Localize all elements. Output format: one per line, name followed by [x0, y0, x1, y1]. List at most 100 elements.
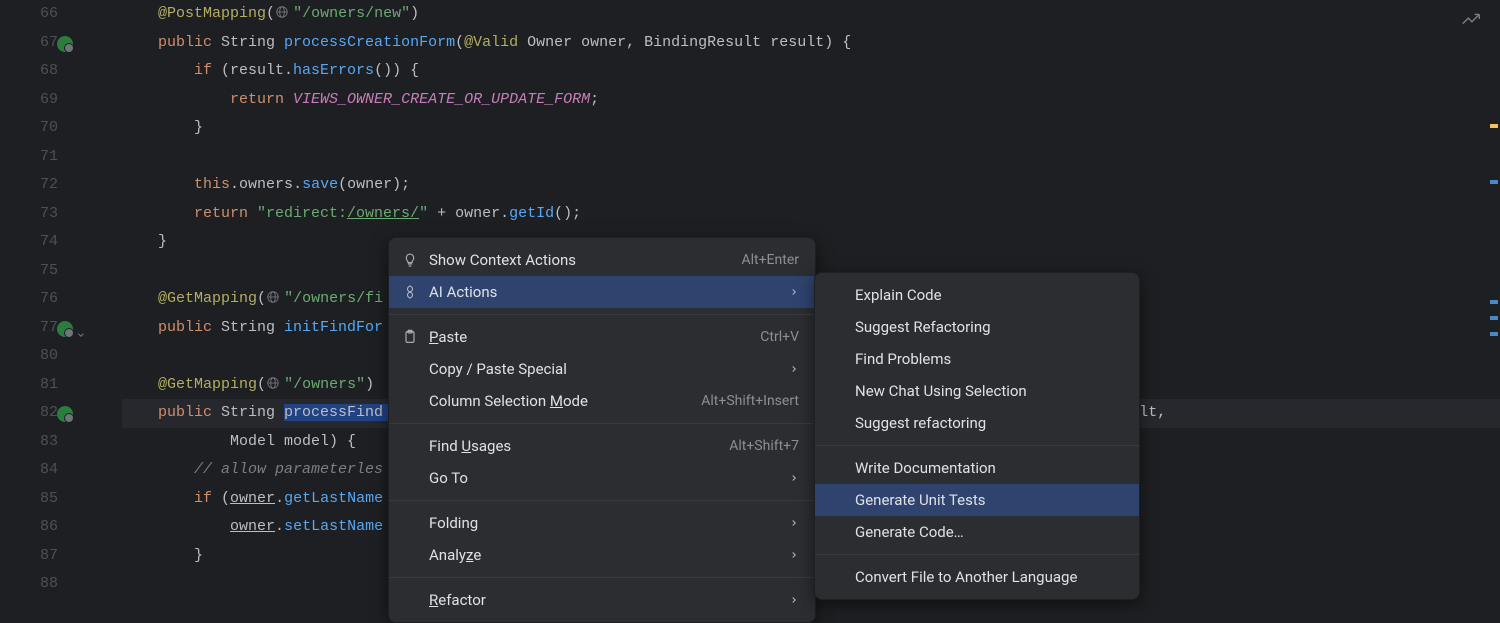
context-menu-item-paste[interactable]: PasteCtrl+V	[389, 321, 815, 353]
chevron-right-icon	[789, 514, 799, 532]
chevron-right-icon	[789, 591, 799, 609]
menu-label: Suggest refactoring	[855, 414, 1123, 432]
ai-submenu-item-convert-file-to-another-language[interactable]: Convert File to Another Language	[815, 561, 1139, 593]
menu-icon-empty	[401, 437, 419, 455]
menu-icon-empty	[827, 568, 845, 586]
menu-label: Folding	[429, 514, 779, 532]
menu-separator	[389, 423, 815, 424]
line-number: 66	[0, 0, 58, 29]
menu-label: Show Context Actions	[429, 251, 732, 269]
ai-submenu-item-suggest-refactoring[interactable]: Suggest refactoring	[815, 407, 1139, 439]
paste-icon	[401, 328, 419, 346]
menu-separator	[389, 577, 815, 578]
line-number: 83	[0, 428, 58, 457]
line-number: 76	[0, 285, 58, 314]
code-line[interactable]: @PostMapping("/owners/new")	[122, 0, 1500, 29]
menu-separator	[815, 445, 1139, 446]
line-number: 81	[0, 371, 58, 400]
line-number-gutter: 6667686970717273747576778081828384858687…	[0, 0, 76, 600]
menu-label: Analyze	[429, 546, 779, 564]
menu-label: Copy / Paste Special	[429, 360, 779, 378]
ai-submenu-item-find-problems[interactable]: Find Problems	[815, 343, 1139, 375]
menu-label: Generate Unit Tests	[855, 491, 1123, 509]
ai-icon	[401, 283, 419, 301]
menu-icon-empty	[827, 523, 845, 541]
line-number: 73	[0, 200, 58, 229]
line-number: 70	[0, 114, 58, 143]
menu-label: AI Actions	[429, 283, 779, 301]
run-gutter-icon[interactable]	[56, 35, 74, 53]
line-number: 85	[0, 485, 58, 514]
menu-label: Find Problems	[855, 350, 1123, 368]
run-gutter-icon[interactable]	[56, 405, 74, 423]
menu-label: Refactor	[429, 591, 779, 609]
chevron-right-icon	[789, 469, 799, 487]
menu-icon-empty	[401, 392, 419, 410]
menu-separator	[389, 500, 815, 501]
ai-submenu-item-write-documentation[interactable]: Write Documentation	[815, 452, 1139, 484]
context-menu-item-show-context-actions[interactable]: Show Context Actions Alt+Enter	[389, 244, 815, 276]
bulb-icon	[401, 251, 419, 269]
line-number: 71	[0, 143, 58, 172]
code-line[interactable]: return "redirect:/owners/" + owner.getId…	[122, 200, 1500, 229]
context-menu-item-analyze[interactable]: Analyze	[389, 539, 815, 571]
menu-icon-empty	[827, 491, 845, 509]
ai-submenu-item-generate-unit-tests[interactable]: Generate Unit Tests	[815, 484, 1139, 516]
line-number: 87	[0, 542, 58, 571]
code-line[interactable]: if (result.hasErrors()) {	[122, 57, 1500, 86]
code-line[interactable]	[122, 143, 1500, 172]
menu-icon-empty	[401, 591, 419, 609]
menu-label: Suggest Refactoring	[855, 318, 1123, 336]
chevron-right-icon	[789, 360, 799, 378]
menu-label: Explain Code	[855, 286, 1123, 304]
menu-label: Go To	[429, 469, 779, 487]
code-line[interactable]: this.owners.save(owner);	[122, 171, 1500, 200]
code-line[interactable]: return VIEWS_OWNER_CREATE_OR_UPDATE_FORM…	[122, 86, 1500, 115]
context-menu-item-go-to[interactable]: Go To	[389, 462, 815, 494]
menu-label: New Chat Using Selection	[855, 382, 1123, 400]
ai-submenu-item-new-chat-using-selection[interactable]: New Chat Using Selection	[815, 375, 1139, 407]
inspections-widget-icon[interactable]	[1460, 8, 1482, 35]
scroll-marker[interactable]	[1490, 316, 1498, 320]
line-number: 82	[0, 399, 58, 428]
context-menu-item-copy-paste-special[interactable]: Copy / Paste Special	[389, 353, 815, 385]
scroll-marker[interactable]	[1490, 300, 1498, 304]
ai-submenu-item-suggest-refactoring[interactable]: Suggest Refactoring	[815, 311, 1139, 343]
line-number: 86	[0, 513, 58, 542]
menu-icon-empty	[401, 360, 419, 378]
menu-shortcut: Ctrl+V	[760, 329, 799, 345]
ai-submenu-item-explain-code[interactable]: Explain Code	[815, 279, 1139, 311]
line-number: 88	[0, 570, 58, 599]
line-number: 84	[0, 456, 58, 485]
context-menu-item-ai-actions[interactable]: AI Actions	[389, 276, 815, 308]
menu-label: Column Selection Mode	[429, 392, 691, 410]
line-number: 77	[0, 314, 58, 343]
scroll-marker[interactable]	[1490, 180, 1498, 184]
line-number: 80	[0, 342, 58, 371]
code-line[interactable]: }	[122, 114, 1500, 143]
chevron-right-icon	[789, 283, 799, 301]
ai-submenu-item-generate-code[interactable]: Generate Code…	[815, 516, 1139, 548]
run-gutter-icon[interactable]	[56, 320, 74, 338]
code-line[interactable]: public String processCreationForm(@Valid…	[122, 29, 1500, 58]
line-number: 68	[0, 57, 58, 86]
menu-icon-empty	[827, 350, 845, 368]
menu-shortcut: Alt+Enter	[742, 252, 800, 268]
menu-icon-empty	[401, 469, 419, 487]
context-menu-item-column-selection-mode[interactable]: Column Selection ModeAlt+Shift+Insert	[389, 385, 815, 417]
context-menu[interactable]: Show Context Actions Alt+Enter AI Actions P…	[388, 237, 816, 623]
line-number: 75	[0, 257, 58, 286]
context-menu-item-refactor[interactable]: Refactor	[389, 584, 815, 616]
menu-separator	[815, 554, 1139, 555]
menu-label: Generate Code…	[855, 523, 1123, 541]
menu-icon-empty	[827, 286, 845, 304]
ai-actions-submenu[interactable]: Explain Code Suggest Refactoring Find Prob…	[814, 272, 1140, 600]
scroll-marker[interactable]	[1490, 332, 1498, 336]
scroll-marker[interactable]	[1490, 124, 1498, 128]
editor-scrollbar[interactable]	[1488, 0, 1500, 600]
line-number: 67	[0, 29, 58, 58]
context-menu-item-find-usages[interactable]: Find UsagesAlt+Shift+7	[389, 430, 815, 462]
context-menu-item-folding[interactable]: Folding	[389, 507, 815, 539]
menu-icon-empty	[827, 414, 845, 432]
menu-icon-empty	[827, 459, 845, 477]
